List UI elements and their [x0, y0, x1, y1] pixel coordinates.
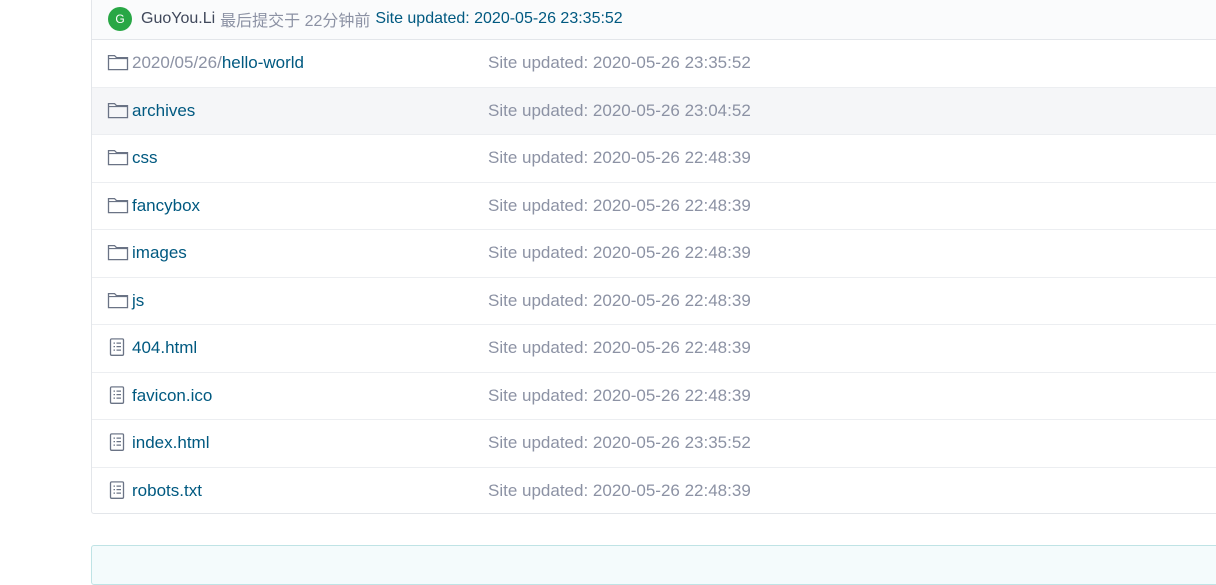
file-row[interactable]: index.html Site updated: 2020-05-26 23:3… [92, 420, 1216, 468]
file-list-box: G GuoYou.Li 最后提交于 22分钟前 Site updated: 20… [91, 0, 1216, 514]
file-commit-message[interactable]: Site updated: 2020-05-26 22:48:39 [488, 148, 751, 168]
file-row[interactable]: 404.html Site updated: 2020-05-26 22:48:… [92, 325, 1216, 373]
file-name-link[interactable]: 404.html [132, 338, 197, 358]
readme-box [91, 545, 1216, 585]
file-name-link[interactable]: fancybox [132, 196, 200, 216]
file-row[interactable]: 2020/05/26/hello-world Site updated: 202… [92, 40, 1216, 88]
commit-message[interactable]: Site updated: 2020-05-26 23:35:52 [375, 10, 622, 28]
file-list: 2020/05/26/hello-world Site updated: 202… [92, 40, 1216, 515]
file-name-link[interactable]: index.html [132, 433, 209, 453]
file-name-link[interactable]: js [132, 291, 144, 311]
file-commit-message[interactable]: Site updated: 2020-05-26 22:48:39 [488, 338, 751, 358]
file-row[interactable]: css Site updated: 2020-05-26 22:48:39 [92, 135, 1216, 183]
file-commit-message[interactable]: Site updated: 2020-05-26 23:35:52 [488, 433, 751, 453]
folder-icon [107, 243, 129, 261]
file-row[interactable]: js Site updated: 2020-05-26 22:48:39 [92, 278, 1216, 325]
file-commit-message[interactable]: Site updated: 2020-05-26 22:48:39 [488, 386, 751, 406]
folder-icon [107, 148, 129, 166]
file-commit-message[interactable]: Site updated: 2020-05-26 23:35:52 [488, 53, 751, 73]
file-row[interactable]: images Site updated: 2020-05-26 22:48:39 [92, 230, 1216, 278]
file-icon [107, 481, 129, 500]
file-name-link[interactable]: 2020/05/26/hello-world [132, 53, 304, 73]
file-name-link[interactable]: favicon.ico [132, 386, 212, 406]
file-icon [107, 433, 129, 452]
file-row[interactable]: archives Site updated: 2020-05-26 23:04:… [92, 87, 1216, 135]
commit-author[interactable]: GuoYou.Li [141, 10, 215, 28]
file-name-link[interactable]: images [132, 243, 187, 263]
file-icon [107, 338, 129, 357]
file-name-link[interactable]: css [132, 148, 158, 168]
file-name-link[interactable]: archives [132, 101, 195, 121]
file-icon [107, 386, 129, 404]
file-row[interactable]: fancybox Site updated: 2020-05-26 22:48:… [92, 183, 1216, 230]
file-commit-message[interactable]: Site updated: 2020-05-26 22:48:39 [488, 243, 751, 263]
file-commit-message[interactable]: Site updated: 2020-05-26 22:48:39 [488, 196, 751, 216]
commit-time: 最后提交于 22分钟前 [220, 13, 371, 30]
file-name-link[interactable]: robots.txt [132, 481, 202, 501]
folder-icon [107, 196, 129, 214]
latest-commit-bar: G GuoYou.Li 最后提交于 22分钟前 Site updated: 20… [92, 0, 1216, 40]
avatar[interactable]: G [108, 7, 132, 31]
folder-icon [107, 53, 129, 71]
folder-icon [107, 291, 129, 309]
file-commit-message[interactable]: Site updated: 2020-05-26 22:48:39 [488, 481, 751, 501]
file-commit-message[interactable]: Site updated: 2020-05-26 22:48:39 [488, 291, 751, 311]
file-commit-message[interactable]: Site updated: 2020-05-26 23:04:52 [488, 101, 751, 121]
file-row[interactable]: favicon.ico Site updated: 2020-05-26 22:… [92, 373, 1216, 420]
file-row[interactable]: robots.txt Site updated: 2020-05-26 22:4… [92, 468, 1216, 516]
folder-icon [107, 101, 129, 119]
